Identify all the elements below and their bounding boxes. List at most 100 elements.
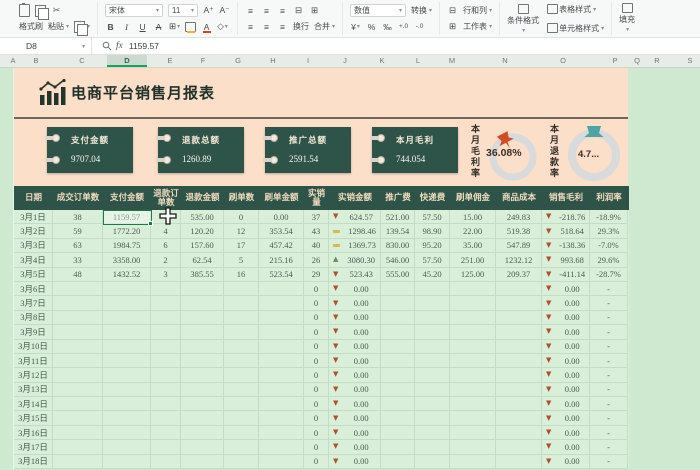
table-cell[interactable]: -28.7% [590,267,628,282]
row-date-cell[interactable]: 3月15日 [14,411,53,426]
table-cell[interactable] [151,425,181,441]
table-cell[interactable]: 215.16 [259,253,304,268]
table-cell[interactable]: ▼ 0.00 [542,339,590,354]
column-header-letter[interactable]: G [235,55,241,67]
table-style-button[interactable]: 表格样式 [547,4,604,15]
table-cell[interactable] [496,325,542,340]
wrap-text-button[interactable]: 换行 [293,21,309,32]
table-cell[interactable] [103,325,151,340]
currency-icon[interactable]: ¥ [350,21,361,32]
table-cell[interactable] [259,382,304,398]
table-cell[interactable]: 57.50 [415,210,450,225]
align-center-icon[interactable]: ≡ [261,21,272,32]
table-cell[interactable]: ▼ 0.00 [542,296,590,311]
table-cell[interactable] [151,353,181,369]
rows-cols-button[interactable]: 行和列 [463,5,492,16]
table-cell[interactable] [381,368,415,383]
table-cell[interactable]: 1232.12 [496,253,542,268]
column-header-letter[interactable]: I [307,55,309,67]
table-cell[interactable] [103,411,151,426]
table-cell[interactable] [450,411,496,426]
table-cell[interactable] [53,368,103,383]
table-cell[interactable] [496,281,542,297]
row-date-cell[interactable]: 3月10日 [14,339,53,354]
table-cell[interactable]: 43 [304,224,329,239]
table-cell[interactable] [450,368,496,383]
decrease-font-icon[interactable]: A⁻ [219,5,230,16]
table-cell[interactable] [496,397,542,412]
table-cell[interactable] [259,310,304,326]
table-cell[interactable] [450,382,496,398]
column-header-letter[interactable]: N [502,55,507,67]
align-bottom-icon[interactable]: ≡ [277,5,288,16]
table-cell[interactable] [103,440,151,455]
table-cell[interactable] [259,339,304,354]
column-header-letter[interactable]: H [270,55,275,67]
table-cell[interactable] [381,296,415,311]
table-cell[interactable]: 1984.75 [103,238,151,254]
table-cell[interactable] [181,425,224,441]
row-date-cell[interactable]: 3月4日 [14,253,53,268]
table-cell[interactable] [103,339,151,354]
table-cell[interactable] [181,310,224,326]
table-cell[interactable] [496,454,542,470]
table-cell[interactable] [450,397,496,412]
table-cell[interactable]: 37 [304,210,329,225]
table-cell[interactable]: ▼ 523.43 [329,267,381,282]
table-cell[interactable]: 0 [304,310,329,326]
table-cell[interactable] [415,368,450,383]
table-cell[interactable] [381,454,415,470]
table-cell[interactable]: 546.00 [381,253,415,268]
table-cell[interactable]: ▼ 0.00 [542,411,590,426]
table-cell[interactable] [381,440,415,455]
table-cell[interactable] [496,425,542,441]
format-painter-button[interactable]: 格式刷 [19,21,43,32]
table-cell[interactable] [224,310,259,326]
table-cell[interactable]: ▼ 518.64 [542,224,590,239]
table-cell[interactable]: 0.00 [259,210,304,225]
table-cell[interactable] [181,454,224,470]
row-date-cell[interactable]: 3月14日 [14,397,53,412]
table-cell[interactable]: 0 [304,325,329,340]
table-cell[interactable] [103,310,151,326]
table-cell[interactable] [259,425,304,441]
table-cell[interactable]: - [590,310,628,326]
table-cell[interactable] [151,368,181,383]
table-cell[interactable] [496,411,542,426]
table-cell[interactable]: ▼ 0.00 [329,454,381,470]
table-cell[interactable] [381,310,415,326]
table-cell[interactable]: 0 [304,353,329,369]
table-cell[interactable] [181,339,224,354]
table-cell[interactable]: - [590,296,628,311]
table-cell[interactable] [450,310,496,326]
table-cell[interactable]: 0 [304,339,329,354]
table-cell[interactable]: 62.54 [181,253,224,268]
table-cell[interactable]: 157.60 [181,238,224,254]
table-cell[interactable]: 26 [304,253,329,268]
table-cell[interactable]: - [590,325,628,340]
table-cell[interactable] [381,382,415,398]
merge-cells-icon[interactable]: ⊞ [309,5,320,16]
row-date-cell[interactable]: 3月18日 [14,454,53,470]
table-cell[interactable] [103,397,151,412]
table-cell[interactable] [496,310,542,326]
table-cell[interactable] [103,382,151,398]
table-cell[interactable]: ▼ 0.00 [542,281,590,297]
table-cell[interactable]: ▼ -411.14 [542,267,590,282]
table-cell[interactable] [415,339,450,354]
table-cell[interactable] [415,310,450,326]
row-date-cell[interactable]: 3月5日 [14,267,53,282]
font-size-select[interactable]: 11 [168,4,199,17]
table-cell[interactable] [151,382,181,398]
table-cell[interactable] [450,425,496,441]
column-header-letter[interactable]: O [560,55,566,67]
table-cell[interactable]: 15.00 [450,210,496,225]
bold-button[interactable]: B [105,21,116,32]
table-cell[interactable] [450,339,496,354]
table-cell[interactable] [103,368,151,383]
row-date-cell[interactable]: 3月2日 [14,224,53,239]
table-cell[interactable]: 0 [304,425,329,441]
table-cell[interactable]: 16 [224,267,259,282]
table-cell[interactable]: ▲ 3080.30 [329,253,381,268]
table-cell[interactable] [53,296,103,311]
